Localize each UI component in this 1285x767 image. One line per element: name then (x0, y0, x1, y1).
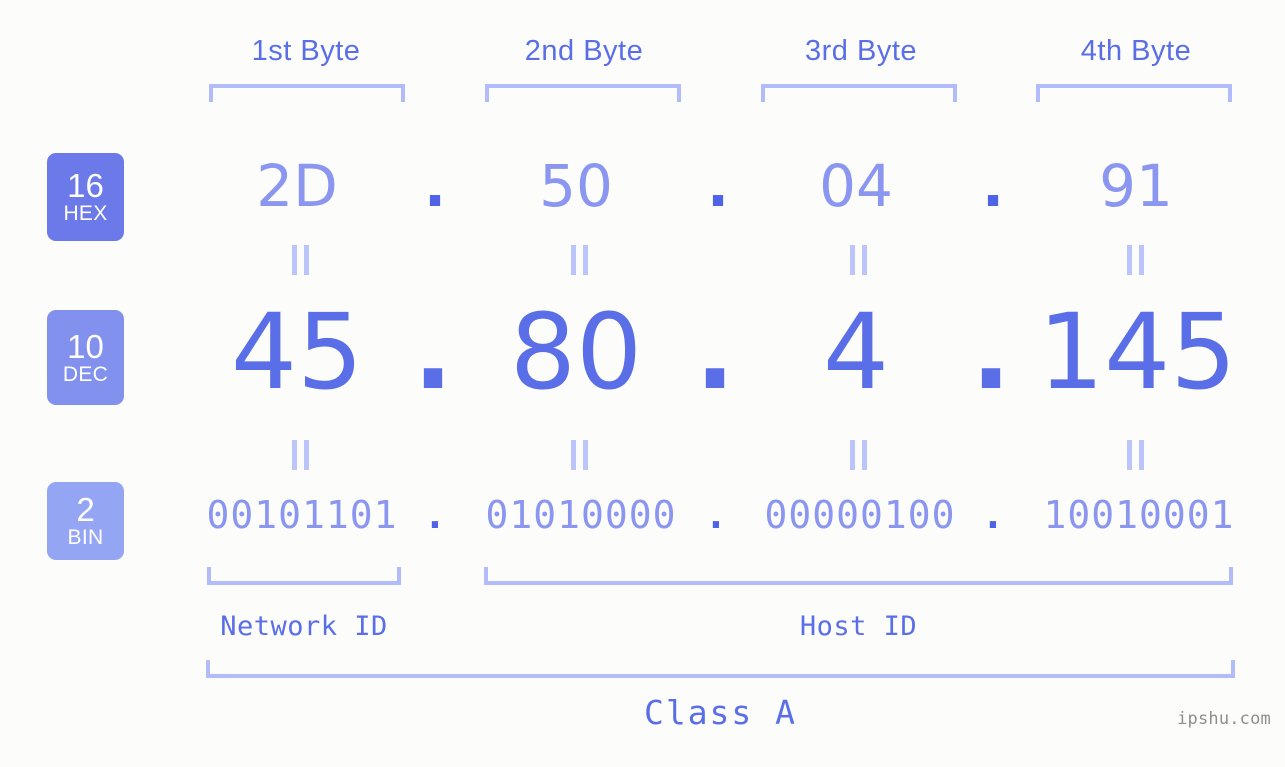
base-badge-dec-number: 10 (67, 327, 104, 365)
base-badge-hex-label: HEX (63, 202, 108, 225)
base-badge-hex: 16 HEX (47, 153, 124, 241)
bin-separator-3: . (981, 493, 1005, 537)
base-badge-dec-label: DEC (62, 362, 109, 386)
byte-header-1: 1st Byte (251, 35, 361, 67)
equals-dec-bin-4 (1124, 440, 1146, 470)
byte-bracket-top-1 (209, 84, 405, 102)
base-badge-bin-number: 2 (76, 491, 95, 528)
equals-dec-bin-1 (289, 440, 311, 470)
hex-octet-3: 04 (819, 152, 893, 220)
bin-octet-2: 01010000 (485, 493, 677, 537)
equals-hex-dec-3 (847, 245, 869, 275)
byte-header-2: 2nd Byte (524, 35, 644, 67)
equals-hex-dec-1 (289, 245, 311, 275)
byte-header-4: 4th Byte (1080, 35, 1192, 67)
base-badge-bin-label: BIN (67, 526, 104, 549)
network-id-label: Network ID (220, 611, 388, 642)
hex-separator-2: . (706, 152, 730, 220)
dec-separator-2: . (695, 291, 735, 413)
base-badge-dec: 10 DEC (47, 310, 124, 405)
equals-hex-dec-2 (568, 245, 590, 275)
equals-dec-bin-3 (847, 440, 869, 470)
host-id-bracket (484, 567, 1233, 585)
hex-octet-4: 91 (1099, 152, 1173, 220)
dec-octet-2: 80 (509, 291, 643, 413)
hex-separator-1: . (423, 152, 447, 220)
class-label: Class A (643, 693, 798, 732)
base-badge-bin: 2 BIN (47, 482, 124, 560)
equals-hex-dec-4 (1124, 245, 1146, 275)
bin-separator-2: . (704, 493, 728, 537)
bin-octet-3: 00000100 (764, 493, 956, 537)
dec-octet-4: 145 (1038, 291, 1237, 413)
byte-bracket-top-2 (485, 84, 681, 102)
ip-breakdown-diagram: 1st Byte 2nd Byte 3rd Byte 4th Byte 16 H… (0, 0, 1285, 767)
bin-octet-4: 10010001 (1043, 493, 1235, 537)
byte-header-3: 3rd Byte (805, 35, 917, 67)
class-bracket (206, 660, 1235, 678)
bin-octet-1: 00101101 (206, 493, 398, 537)
host-id-label: Host ID (799, 611, 918, 642)
byte-bracket-top-4 (1036, 84, 1232, 102)
base-badge-hex-number: 16 (67, 167, 104, 204)
hex-octet-1: 2D (256, 152, 338, 220)
dec-separator-1: . (413, 291, 453, 413)
site-watermark: ipshu.com (1177, 709, 1271, 729)
network-id-bracket (207, 567, 401, 585)
byte-bracket-top-3 (761, 84, 957, 102)
dec-separator-3: . (971, 291, 1011, 413)
dec-octet-1: 45 (230, 291, 364, 413)
equals-dec-bin-2 (568, 440, 590, 470)
hex-octet-2: 50 (539, 152, 613, 220)
hex-separator-3: . (981, 152, 1005, 220)
bin-separator-1: . (423, 493, 447, 537)
dec-octet-3: 4 (822, 291, 890, 413)
